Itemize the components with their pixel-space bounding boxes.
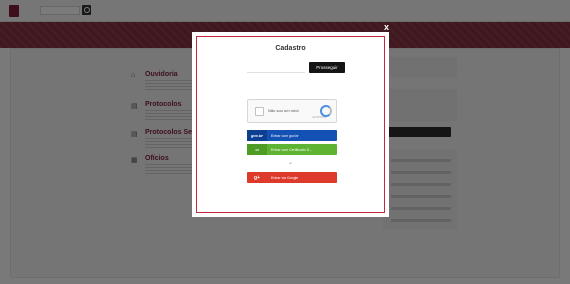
gov-logo: gov.br [247, 130, 267, 141]
gov-login-label: Entrar com gov.br [271, 133, 299, 138]
google-login-button[interactable]: g+ Entrar via Google [247, 172, 337, 183]
modal-title: Cadastro [275, 45, 306, 52]
modal-frame: Cadastro Prosseguir Não sou um robô reCA… [196, 36, 385, 213]
recaptcha-brand: reCAPTCHA [312, 116, 327, 119]
google-plus-icon: g+ [254, 174, 260, 181]
gov-login-button[interactable]: gov.br Entrar com gov.br [247, 130, 337, 141]
cpf-input[interactable] [247, 63, 305, 73]
recaptcha-label: Não sou um robô [268, 108, 299, 113]
prosseguir-button[interactable]: Prosseguir [309, 62, 345, 73]
recaptcha-widget: Não sou um robô reCAPTCHA [247, 99, 337, 123]
or-separator: ou [288, 161, 293, 165]
recaptcha-logo-icon [318, 104, 332, 117]
cadastro-modal: Cadastro Prosseguir Não sou um robô reCA… [192, 32, 389, 217]
certificate-login-button[interactable]: ▭ Entrar com Certificado D... [247, 144, 337, 155]
close-icon[interactable]: x [384, 22, 389, 32]
google-login-label: Entrar via Google [271, 175, 299, 180]
recaptcha-checkbox[interactable] [255, 107, 264, 116]
certificate-login-label: Entrar com Certificado D... [271, 147, 313, 152]
certificate-icon: ▭ [247, 144, 267, 155]
